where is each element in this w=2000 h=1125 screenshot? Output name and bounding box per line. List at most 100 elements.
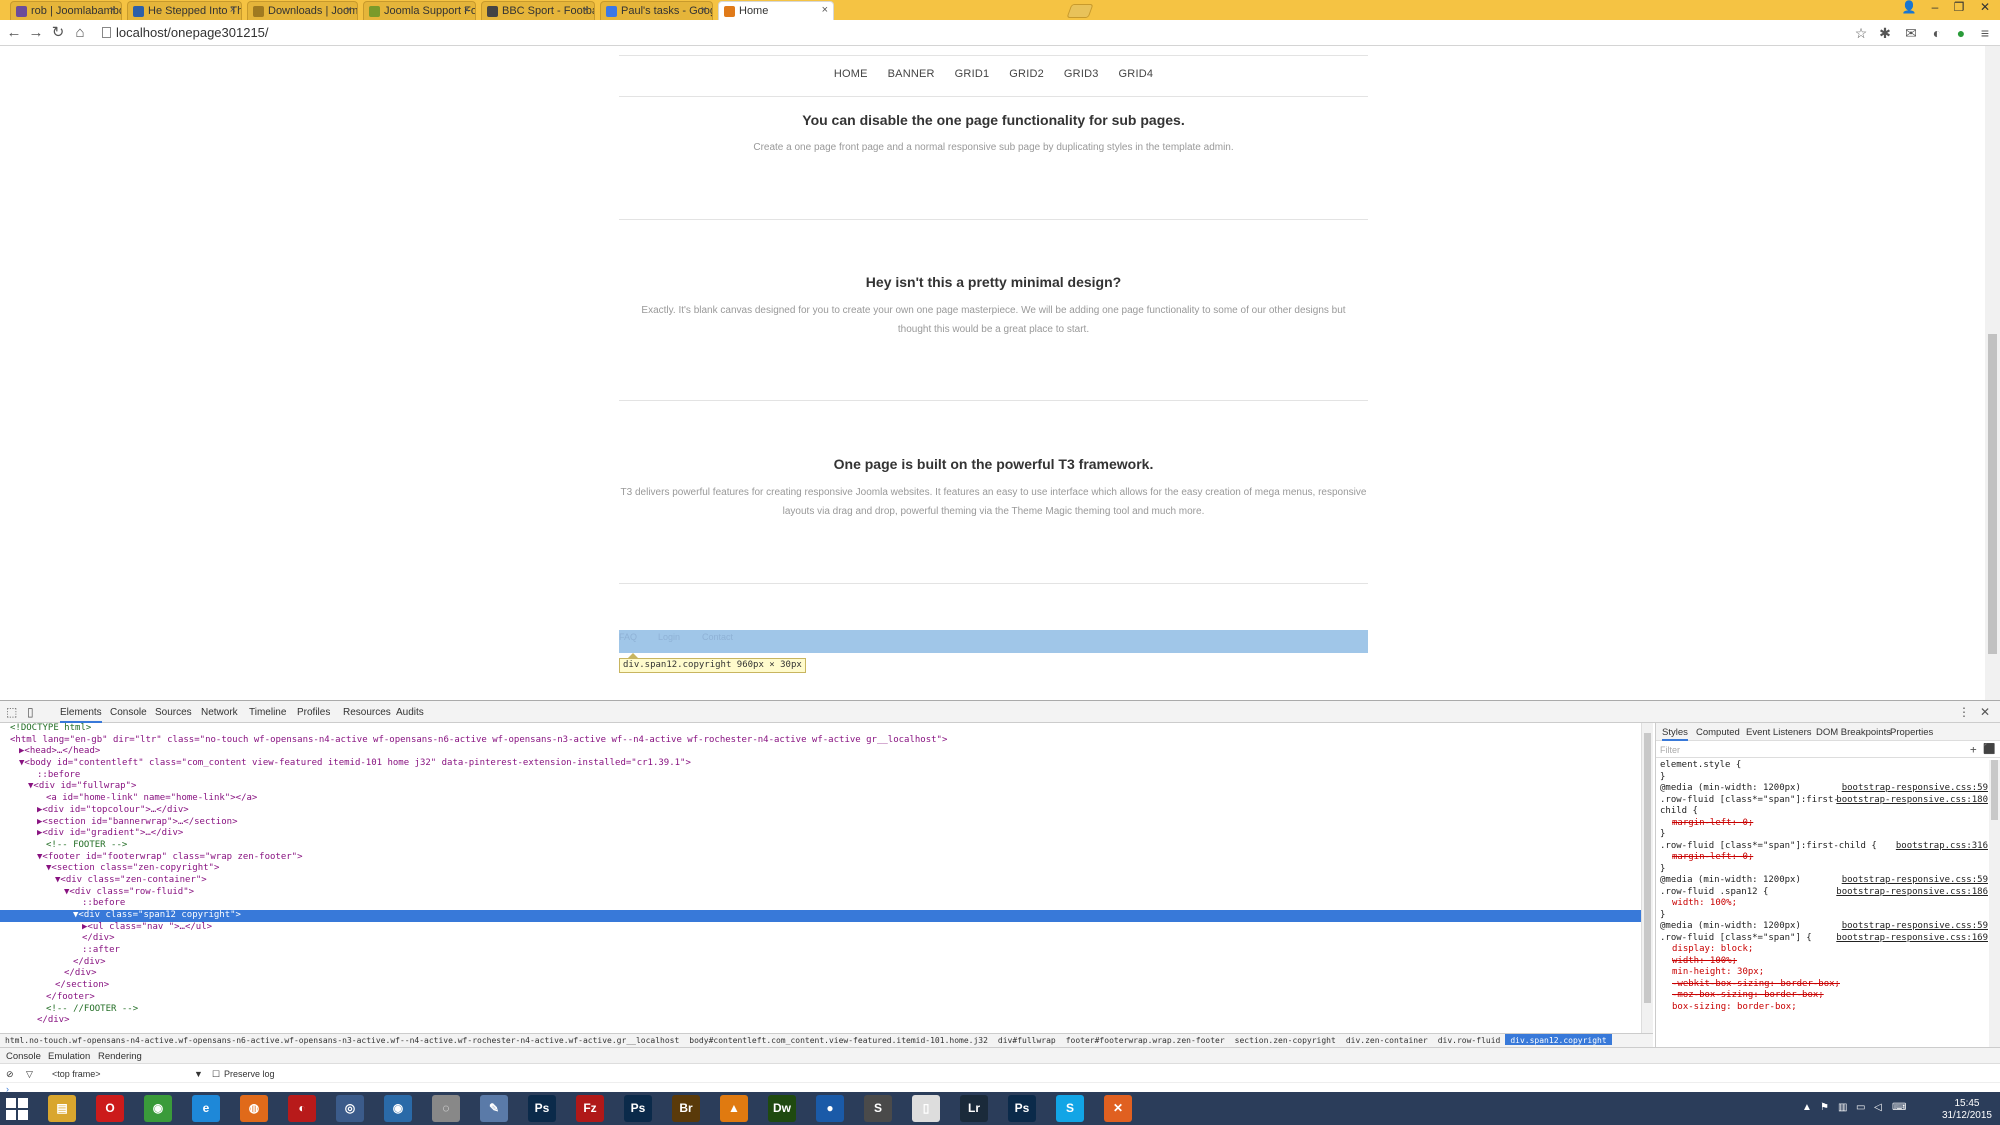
dom-node[interactable]: ▶<section id="bannerwrap">…</section> [0, 817, 1641, 829]
elements-tree[interactable]: <!DOCTYPE html> <html lang="en-gb" dir="l… [0, 723, 1641, 1033]
devtools-tab-timeline[interactable]: Timeline [249, 707, 286, 718]
dom-node[interactable]: ▼<div class="row-fluid"> [0, 887, 1641, 899]
css-source-link[interactable]: bootstrap-responsive.css:59 [1842, 875, 1988, 887]
breadcrumb-item[interactable]: div.row-fluid [1433, 1034, 1506, 1045]
breadcrumb-item[interactable]: body#contentleft.com_content.view-featur… [684, 1034, 993, 1045]
restore-icon[interactable]: ❐ [1948, 0, 1970, 16]
vlc-icon[interactable]: ▲ [720, 1095, 748, 1122]
file-explorer-icon[interactable]: ▤ [48, 1095, 76, 1122]
elements-scrollbar-thumb[interactable] [1644, 733, 1651, 1003]
drawer-tab[interactable]: Console [6, 1051, 41, 1062]
tray-power-icon[interactable]: ▭ [1856, 1102, 1865, 1113]
devtools-tab-network[interactable]: Network [201, 707, 238, 718]
nav-link-grid1[interactable]: GRID1 [955, 68, 990, 80]
footer-link-contact[interactable]: Contact [702, 632, 733, 642]
ie-icon[interactable]: e [192, 1095, 220, 1122]
sidebar-tab[interactable]: Event Listeners [1746, 727, 1811, 739]
forward-arrow-icon[interactable]: → [26, 23, 46, 43]
devtools-tab-profiles[interactable]: Profiles [297, 707, 330, 718]
css-source-link[interactable]: bootstrap-responsive.css:186 [1836, 887, 1988, 899]
css-source-link[interactable]: bootstrap-responsive.css:59 [1842, 783, 1988, 795]
xampp-icon[interactable]: ✕ [1104, 1095, 1132, 1122]
breadcrumb-item[interactable]: html.no-touch.wf-opensans-n4-active.wf-o… [0, 1034, 684, 1045]
dom-node[interactable]: </div> [0, 957, 1641, 969]
browser-tab[interactable]: rob | Joomlabamboo Slack× [10, 1, 122, 20]
css-property[interactable]: -moz-box-sizing: border-box; [1660, 990, 1988, 1002]
tab-close-icon[interactable]: × [701, 4, 707, 16]
devtools-close-icon[interactable]: ✕ [1980, 705, 1990, 719]
tab-close-icon[interactable]: × [822, 4, 828, 16]
app-globe-icon[interactable]: ◎ [336, 1095, 364, 1122]
breadcrumb-item[interactable]: footer#footerwrap.wrap.zen-footer [1061, 1034, 1230, 1045]
dom-node[interactable]: ▼<div id="fullwrap"> [0, 781, 1641, 793]
browser-tab[interactable]: Downloads | Joomlabamboo× [247, 1, 358, 20]
browser-tab[interactable]: BBC Sport - Football × [481, 1, 595, 20]
tab-close-icon[interactable]: × [464, 4, 470, 16]
dom-node[interactable]: </div> [0, 933, 1641, 945]
tray-network-icon[interactable]: ▥ [1838, 1102, 1847, 1113]
devtools-tab-console[interactable]: Console [110, 707, 147, 718]
page-scrollbar-thumb[interactable] [1988, 334, 1997, 654]
breadcrumb-item[interactable]: div.zen-container [1341, 1034, 1433, 1045]
browser-tab[interactable]: Paul's tasks - Google Docs× [600, 1, 713, 20]
devtools-tab-sources[interactable]: Sources [155, 707, 192, 718]
app-blue-icon[interactable]: ● [816, 1095, 844, 1122]
footer-link-login[interactable]: Login [658, 632, 680, 642]
home-icon[interactable]: ⌂ [70, 23, 90, 43]
breadcrumb-item[interactable]: div.span12.copyright [1505, 1034, 1612, 1045]
sidebar-tab[interactable]: Computed [1696, 727, 1740, 739]
chrome-icon[interactable]: ◉ [144, 1095, 172, 1122]
tab-close-icon[interactable]: × [110, 4, 116, 16]
css-property[interactable]: box-sizing: border-box; [1660, 1002, 1988, 1014]
css-property[interactable]: -webkit-box-sizing: border-box; [1660, 979, 1988, 991]
extension-2-icon[interactable]: ✉ [1902, 24, 1920, 42]
dom-node[interactable]: </footer> [0, 992, 1641, 1004]
filezilla-icon[interactable]: Fz [576, 1095, 604, 1122]
tab-close-icon[interactable]: × [346, 4, 352, 16]
dom-node[interactable]: ::before [0, 770, 1641, 782]
dom-node[interactable]: ▼<section class="zen-copyright"> [0, 863, 1641, 875]
dom-node[interactable]: ::after [0, 945, 1641, 957]
nav-link-grid4[interactable]: GRID4 [1119, 68, 1154, 80]
menu-icon[interactable]: ≡ [1976, 24, 1994, 42]
breadcrumb-item[interactable]: section.zen-copyright [1230, 1034, 1341, 1045]
new-tab-button[interactable] [1066, 4, 1094, 18]
styles-filter-input[interactable]: Filter [1656, 742, 2000, 758]
css-property[interactable]: display: block; [1660, 944, 1988, 956]
dom-node[interactable]: ▶<head>…</head> [0, 746, 1641, 758]
taskbar-clock[interactable]: 15:45 31/12/2015 [1942, 1098, 1992, 1122]
devtools-tab-audits[interactable]: Audits [396, 707, 424, 718]
app-search-icon[interactable]: ◉ [384, 1095, 412, 1122]
devtools-menu-icon[interactable]: ⋮ [1958, 705, 1970, 719]
app-red-icon[interactable]: ◐ [288, 1095, 316, 1122]
devtools-tab-resources[interactable]: Resources [343, 707, 391, 718]
firefox-icon[interactable]: ◍ [240, 1095, 268, 1122]
address-bar[interactable]: localhost/onepage301215/ [100, 23, 1860, 43]
drawer-tab[interactable]: Emulation [48, 1051, 90, 1062]
drawer-tab[interactable]: Rendering [98, 1051, 142, 1062]
document-icon[interactable]: ▯ [912, 1095, 940, 1122]
device-mode-icon[interactable]: ▯ [27, 705, 34, 719]
sidebar-scrollbar[interactable] [1989, 760, 2000, 1047]
css-source-link[interactable]: bootstrap-responsive.css:59 [1842, 921, 1988, 933]
sidebar-tab[interactable]: DOM Breakpoints [1816, 727, 1891, 739]
sidebar-scrollbar-thumb[interactable] [1991, 760, 1998, 820]
user-icon[interactable]: 👤 [1898, 0, 1920, 16]
notepad-icon[interactable]: ✎ [480, 1095, 508, 1122]
toggle-element-state-icon[interactable]: ⬛ [1983, 744, 1995, 756]
dom-node[interactable]: <!-- FOOTER --> [0, 840, 1641, 852]
dom-node[interactable]: ▶<div id="gradient">…</div> [0, 828, 1641, 840]
footer-link-faq[interactable]: FAQ [619, 632, 637, 642]
css-property[interactable]: width: 100%; [1660, 898, 1988, 910]
extension-icon[interactable]: ✱ [1876, 24, 1894, 42]
css-property[interactable]: width: 100%; [1660, 956, 1988, 968]
css-property[interactable]: margin-left: 0; [1660, 818, 1988, 830]
css-property[interactable]: margin-left: 0; [1660, 852, 1988, 864]
sidebar-tab[interactable]: Styles [1662, 727, 1688, 741]
dom-node[interactable]: <!-- //FOOTER --> [0, 1004, 1641, 1016]
reload-icon[interactable]: ↻ [48, 23, 68, 43]
css-property[interactable]: min-height: 30px; [1660, 967, 1988, 979]
photoshop-icon-2[interactable]: Ps [624, 1095, 652, 1122]
nav-link-grid2[interactable]: GRID2 [1009, 68, 1044, 80]
new-style-rule-icon[interactable]: + [1970, 744, 1977, 756]
